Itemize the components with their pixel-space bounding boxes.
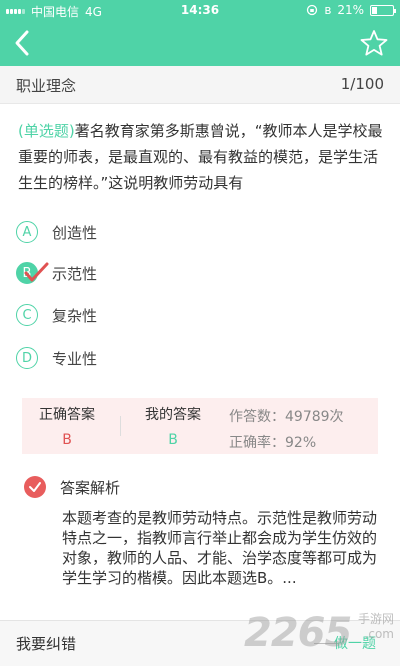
attempt-count: 作答数：49789次 bbox=[229, 409, 344, 425]
option-a[interactable]: A 创造性 bbox=[16, 218, 97, 246]
option-a-text: 创造性 bbox=[52, 223, 98, 242]
report-error-button[interactable]: 我要纠错 bbox=[16, 633, 76, 654]
question-progress: 1/100 bbox=[340, 75, 384, 93]
my-answer-block: 我的答案 B bbox=[138, 404, 208, 448]
question-text: (单选题)著名教育家第多斯惠曾说，“教师本人是学校最重要的师表，是最直观的、最有… bbox=[18, 118, 384, 196]
lock-rotation-icon bbox=[307, 4, 318, 16]
option-c[interactable]: C 复杂性 bbox=[16, 301, 97, 329]
question-type-label: (单选题) bbox=[18, 122, 75, 140]
watermark-line1: 手游网 bbox=[357, 612, 394, 626]
accuracy-rate: 正确率：92% bbox=[229, 435, 317, 451]
answer-divider bbox=[120, 416, 121, 436]
correct-answer-value: B bbox=[62, 432, 72, 448]
answer-summary: 正确答案 B 我的答案 B 作答数：49789次 正确率：92% bbox=[22, 398, 378, 454]
option-d-letter: D bbox=[16, 347, 38, 369]
option-c-text: 复杂性 bbox=[52, 306, 98, 325]
correct-answer-label: 正确答案 bbox=[39, 407, 95, 423]
correct-answer-block: 正确答案 B bbox=[32, 404, 102, 448]
bluetooth-icon: ʙ bbox=[324, 3, 332, 17]
option-d-text: 专业性 bbox=[52, 349, 98, 368]
category-bar: 职业理念 1/100 bbox=[0, 66, 400, 104]
app-header: 中国电信 4G 14:36 ʙ 21% bbox=[0, 0, 400, 66]
analysis-header: 答案解析 bbox=[24, 476, 120, 498]
watermark-line2: .com bbox=[364, 627, 394, 641]
category-title: 职业理念 bbox=[16, 77, 77, 95]
analysis-text: 本题考查的是教师劳动特点。示范性是教师劳动特点之一，指教师言行举止都会成为学生仿… bbox=[62, 509, 378, 587]
site-watermark: 2265 手游网 .com bbox=[244, 604, 394, 660]
back-chevron-icon[interactable] bbox=[10, 28, 36, 58]
watermark-number: 2265 bbox=[244, 610, 352, 656]
answer-stats: 作答数：49789次 正确率：92% bbox=[229, 404, 344, 456]
battery-percent: 21% bbox=[337, 3, 364, 17]
option-a-letter: A bbox=[16, 221, 38, 243]
option-b-text: 示范性 bbox=[52, 264, 98, 283]
analysis-check-icon bbox=[24, 476, 46, 498]
checkmark-icon bbox=[24, 262, 49, 282]
my-answer-label: 我的答案 bbox=[145, 407, 201, 423]
option-b[interactable]: B 示范性 bbox=[16, 259, 97, 287]
favorite-star-icon[interactable] bbox=[360, 29, 388, 57]
status-bar: 中国电信 4G 14:36 ʙ 21% bbox=[0, 0, 400, 22]
option-b-letter: B bbox=[16, 262, 49, 284]
battery-icon bbox=[370, 4, 396, 16]
analysis-title: 答案解析 bbox=[60, 478, 121, 497]
watermark-text: 手游网 .com bbox=[358, 612, 394, 642]
option-c-letter: C bbox=[16, 304, 38, 326]
option-d[interactable]: D 专业性 bbox=[16, 344, 97, 372]
my-answer-value: B bbox=[168, 432, 178, 448]
